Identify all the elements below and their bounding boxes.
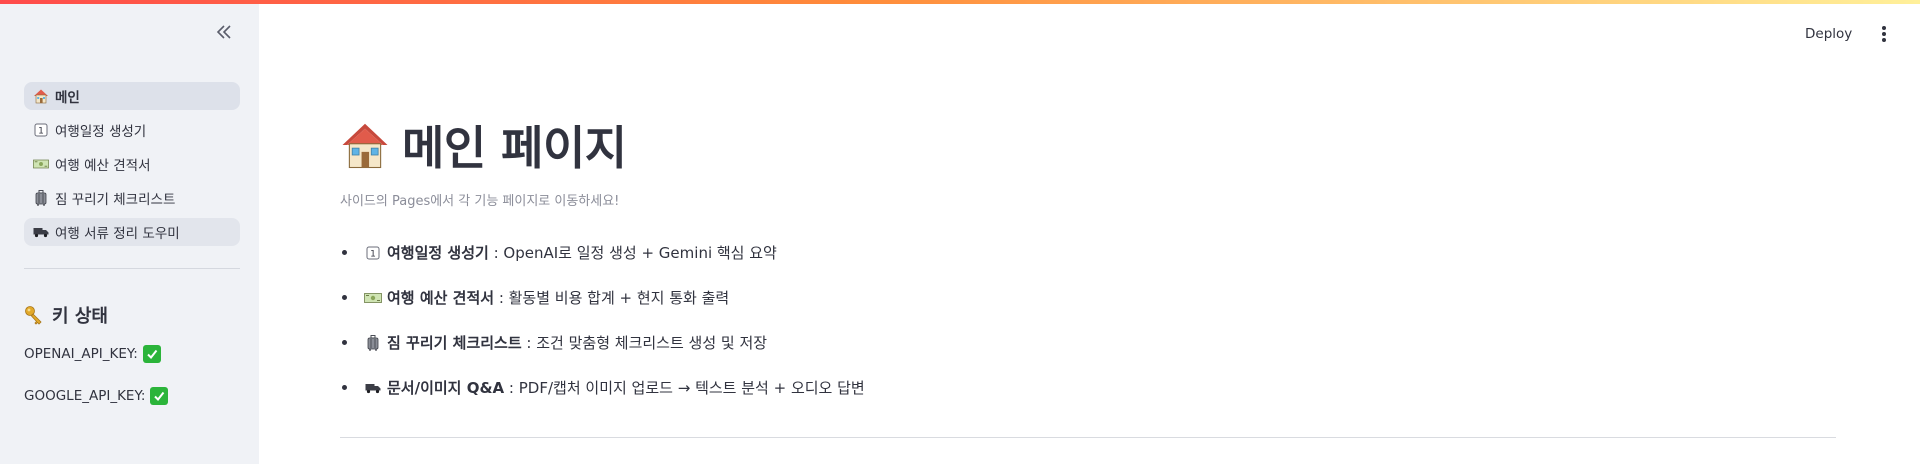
feature-name: 문서/이미지 Q&A <box>387 379 505 397</box>
sidebar-item-budget[interactable]: 여행 예산 견적서 <box>24 150 240 178</box>
svg-text:1: 1 <box>38 127 44 137</box>
money-icon <box>33 156 49 172</box>
sidebar-item-label: 여행 서류 정리 도우미 <box>55 226 180 242</box>
key-status-title: 키 상태 <box>52 306 108 327</box>
feature-list: 1 여행일정 생성기 : OpenAI로 일정 생성 + Gemini 핵심 요… <box>340 230 865 410</box>
check-mark-icon <box>142 345 161 363</box>
key-icon <box>24 305 44 325</box>
feature-name: 여행 예산 견적서 <box>387 289 495 307</box>
key-status-heading: 키 상태 <box>24 302 108 328</box>
page-subtitle: 사이드의 Pages에서 각 기능 페이지로 이동하세요! <box>340 194 620 209</box>
feature-description: : OpenAI로 일정 생성 + Gemini 핵심 요약 <box>488 244 777 262</box>
main-menu-button[interactable] <box>1874 23 1894 45</box>
keycap-one-icon: 1 <box>33 122 49 138</box>
sidebar-item-label: 여행 예산 견적서 <box>55 158 151 174</box>
kebab-dot <box>1882 25 1886 30</box>
list-item: 문서/이미지 Q&A : PDF/캡처 이미지 업로드 → 텍스트 분석 + 오… <box>340 365 865 410</box>
kebab-dot <box>1882 32 1886 36</box>
page-title: 메인 페이지 <box>340 112 627 178</box>
content-divider <box>340 437 1836 438</box>
sidebar-item-label: 짐 꾸리기 체크리스트 <box>55 192 176 208</box>
openai-key-label: OPENAI_API_KEY: <box>24 346 138 362</box>
list-item: 1 여행일정 생성기 : OpenAI로 일정 생성 + Gemini 핵심 요… <box>340 230 865 275</box>
sidebar-item-itinerary[interactable]: 1 여행일정 생성기 <box>24 116 240 144</box>
top-decoration-stripe <box>0 0 1920 4</box>
house-icon <box>33 88 49 104</box>
keycap-one-icon: 1 <box>364 245 382 261</box>
list-item: 짐 꾸리기 체크리스트 : 조건 맞춤형 체크리스트 생성 및 저장 <box>340 320 865 365</box>
truck-icon <box>364 380 382 396</box>
collapse-sidebar-button[interactable] <box>214 22 234 42</box>
google-key-label: GOOGLE_API_KEY: <box>24 388 146 404</box>
sidebar-nav: 메인 1 여행일정 생성기 여행 예산 견적서 짐 꾸리기 체크리스트 여행 서… <box>24 82 240 252</box>
feature-name: 여행일정 생성기 <box>387 244 489 262</box>
feature-description: : 활동별 비용 합계 + 현지 통화 출력 <box>494 289 730 307</box>
sidebar-item-packing[interactable]: 짐 꾸리기 체크리스트 <box>24 184 240 212</box>
money-icon <box>364 290 382 306</box>
luggage-icon <box>33 190 49 206</box>
check-mark-icon <box>150 387 169 405</box>
sidebar-item-label: 여행일정 생성기 <box>55 124 147 140</box>
kebab-dot <box>1882 38 1886 43</box>
sidebar-divider <box>24 268 240 269</box>
luggage-icon <box>364 334 382 351</box>
page-title-text: 메인 페이지 <box>402 121 627 175</box>
double-chevron-left-icon <box>216 25 231 39</box>
sidebar-item-main[interactable]: 메인 <box>24 82 240 110</box>
house-icon <box>340 120 390 170</box>
google-key-status: GOOGLE_API_KEY: <box>24 387 169 405</box>
sidebar-item-documents[interactable]: 여행 서류 정리 도우미 <box>24 218 240 246</box>
sidebar-item-label: 메인 <box>55 90 80 106</box>
svg-text:1: 1 <box>370 249 376 259</box>
deploy-button[interactable]: Deploy <box>1805 22 1852 46</box>
feature-description: : PDF/캡처 이미지 업로드 → 텍스트 분석 + 오디오 답변 <box>504 379 865 397</box>
list-item: 여행 예산 견적서 : 활동별 비용 합계 + 현지 통화 출력 <box>340 275 865 320</box>
feature-description: : 조건 맞춤형 체크리스트 생성 및 저장 <box>521 334 768 352</box>
feature-name: 짐 꾸리기 체크리스트 <box>387 334 522 352</box>
sidebar: 메인 1 여행일정 생성기 여행 예산 견적서 짐 꾸리기 체크리스트 여행 서… <box>0 0 259 464</box>
openai-key-status: OPENAI_API_KEY: <box>24 345 161 363</box>
truck-icon <box>33 224 49 240</box>
